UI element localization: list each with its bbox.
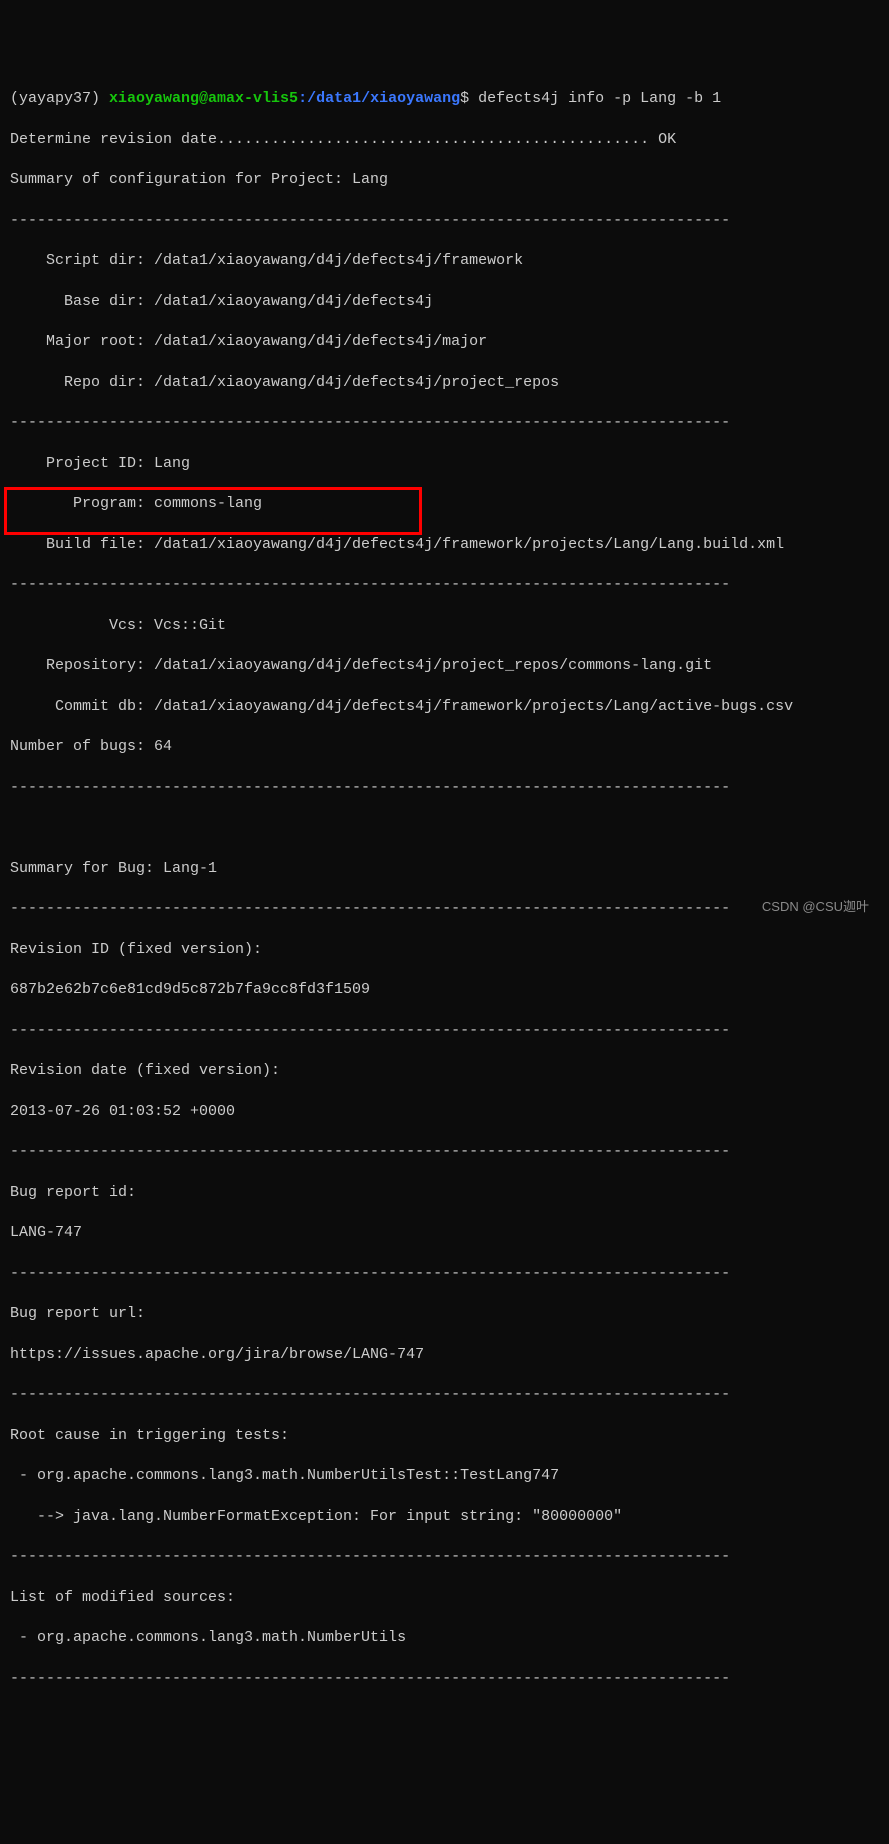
output-line: Build file: /data1/xiaoyawang/d4j/defect… [10, 535, 879, 555]
divider-line: ----------------------------------------… [10, 778, 879, 798]
root-cause-exception: --> java.lang.NumberFormatException: For… [10, 1507, 879, 1527]
prompt-user: xiaoyawang@amax-vlis5 [109, 90, 298, 107]
output-line: Determine revision date.................… [10, 130, 879, 150]
bug-report-id-label: Bug report id: [10, 1183, 879, 1203]
output-line: Repo dir: /data1/xiaoyawang/d4j/defects4… [10, 373, 879, 393]
divider-line: ----------------------------------------… [10, 1385, 879, 1405]
revision-date-label: Revision date (fixed version): [10, 1061, 879, 1081]
revision-id-value: 687b2e62b7c6e81cd9d5c872b7fa9cc8fd3f1509 [10, 980, 879, 1000]
prompt-line[interactable]: (yayapy37) xiaoyawang@amax-vlis5:/data1/… [10, 89, 879, 109]
output-line: Vcs: Vcs::Git [10, 616, 879, 636]
prompt-dollar: $ [460, 90, 469, 107]
bug-report-id-value: LANG-747 [10, 1223, 879, 1243]
output-line: Repository: /data1/xiaoyawang/d4j/defect… [10, 656, 879, 676]
divider-line: ----------------------------------------… [10, 899, 879, 919]
command-text: defects4j info -p Lang -b 1 [478, 90, 721, 107]
divider-line: ----------------------------------------… [10, 1669, 879, 1689]
prompt-path: /data1/xiaoyawang [307, 90, 460, 107]
divider-line: ----------------------------------------… [10, 1264, 879, 1284]
bug-report-url-value: https://issues.apache.org/jira/browse/LA… [10, 1345, 879, 1365]
divider-line: ----------------------------------------… [10, 575, 879, 595]
output-line: Base dir: /data1/xiaoyawang/d4j/defects4… [10, 292, 879, 312]
output-line: Script dir: /data1/xiaoyawang/d4j/defect… [10, 251, 879, 271]
root-cause-label: Root cause in triggering tests: [10, 1426, 879, 1446]
prompt-colon: : [298, 90, 307, 107]
modified-sources-label: List of modified sources: [10, 1588, 879, 1608]
output-line: Major root: /data1/xiaoyawang/d4j/defect… [10, 332, 879, 352]
output-line: Program: commons-lang [10, 494, 879, 514]
revision-id-label: Revision ID (fixed version): [10, 940, 879, 960]
output-line: Project ID: Lang [10, 454, 879, 474]
revision-date-value: 2013-07-26 01:03:52 +0000 [10, 1102, 879, 1122]
prompt-env: (yayapy37) [10, 90, 100, 107]
modified-sources-item: - org.apache.commons.lang3.math.NumberUt… [10, 1628, 879, 1648]
output-line: Summary for Bug: Lang-1 [10, 859, 879, 879]
output-line: Number of bugs: 64 [10, 737, 879, 757]
divider-line: ----------------------------------------… [10, 1547, 879, 1567]
divider-line: ----------------------------------------… [10, 1021, 879, 1041]
divider-line: ----------------------------------------… [10, 413, 879, 433]
output-line: Commit db: /data1/xiaoyawang/d4j/defects… [10, 697, 879, 717]
bug-report-url-label: Bug report url: [10, 1304, 879, 1324]
watermark-text: CSDN @CSU迦叶 [762, 898, 869, 916]
divider-line: ----------------------------------------… [10, 211, 879, 231]
output-line: Summary of configuration for Project: La… [10, 170, 879, 190]
divider-line: ----------------------------------------… [10, 1142, 879, 1162]
root-cause-test: - org.apache.commons.lang3.math.NumberUt… [10, 1466, 879, 1486]
